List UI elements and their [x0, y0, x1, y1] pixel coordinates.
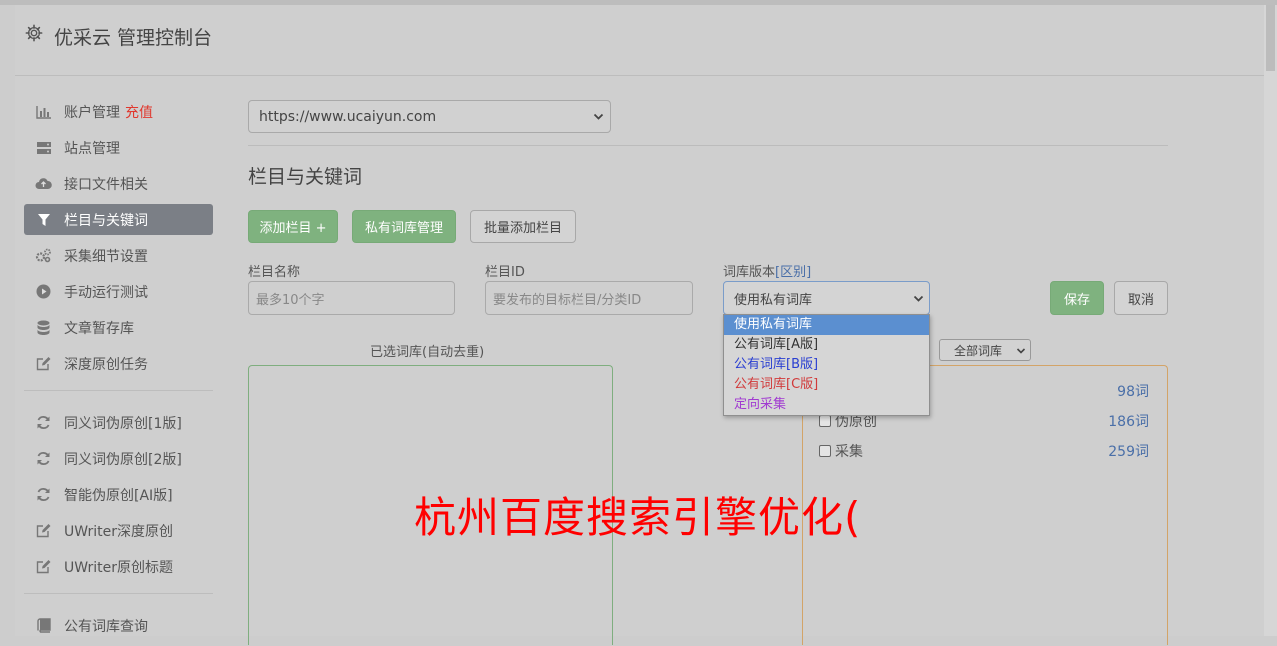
gears-icon: [35, 247, 52, 264]
dropdown-option-public-c[interactable]: 公有词库[C版]: [724, 375, 929, 395]
selected-lib-label: 已选词库(自动去重): [370, 345, 485, 360]
lib-filter-select[interactable]: 全部词库: [939, 339, 1031, 361]
app-title: 优采云 管理控制台: [54, 27, 213, 49]
sidebar-item-label: 文章暂存库: [64, 320, 134, 337]
scrollbar-thumb[interactable]: [1266, 5, 1275, 71]
private-lib-button[interactable]: 私有词库管理: [352, 210, 456, 243]
sidebar-item-label: 同义词伪原创[1版]: [64, 415, 182, 432]
chevron-down-icon: [913, 295, 924, 302]
site-select[interactable]: https://www.ucaiyun.com: [248, 100, 611, 133]
edit-icon: [35, 558, 52, 575]
edit-icon: [35, 522, 52, 539]
play-circle-icon: [35, 283, 52, 300]
server-icon: [35, 139, 52, 156]
column-name-input[interactable]: 最多10个字: [248, 281, 455, 315]
lib-item-label: 采集: [835, 444, 863, 460]
sidebar-divider: [24, 390, 213, 391]
lib-checkbox[interactable]: [819, 415, 831, 427]
lib-checkbox[interactable]: [819, 445, 831, 457]
sidebar-item-sites[interactable]: 站点管理: [24, 132, 213, 163]
edit-icon: [35, 355, 52, 372]
bar-chart-icon: [35, 103, 52, 120]
sidebar-item-label: 公有词库查询: [64, 618, 148, 635]
filter-icon: [35, 211, 52, 228]
dropdown-option-directed[interactable]: 定向采集: [724, 395, 929, 415]
recharge-link[interactable]: 充值: [125, 102, 153, 122]
input-placeholder: 要发布的目标栏目/分类ID: [493, 292, 642, 308]
sidebar-item-label: 账户管理: [64, 104, 120, 121]
save-button[interactable]: 保存: [1050, 281, 1104, 315]
lib-list-item[interactable]: 采集 259词: [819, 441, 1149, 461]
sidebar-item-uwriter-deep[interactable]: UWriter深度原创: [24, 515, 213, 546]
watermark-text: 杭州百度搜索引擎优化(: [414, 493, 862, 542]
database-icon: [35, 319, 52, 336]
dropdown-option-private[interactable]: 使用私有词库: [724, 315, 929, 335]
page-title: 栏目与关键词: [248, 166, 363, 188]
sidebar-divider: [24, 593, 213, 594]
sidebar-item-synonym-v1[interactable]: 同义词伪原创[1版]: [24, 407, 213, 438]
lib-item-count: 186词: [1108, 414, 1149, 430]
lib-difference-link[interactable]: [区别]: [775, 265, 811, 280]
cancel-button[interactable]: 取消: [1114, 281, 1168, 315]
refresh-icon: [35, 486, 52, 503]
lib-version-label-text: 词库版本: [723, 265, 776, 280]
sidebar-item-label: UWriter深度原创: [64, 523, 173, 540]
sidebar-item-label: 同义词伪原创[2版]: [64, 451, 182, 468]
sidebar-item-manual-run[interactable]: 手动运行测试: [24, 276, 213, 307]
sidebar-item-deep-original[interactable]: 深度原创任务: [24, 348, 213, 379]
sidebar-item-label: 栏目与关键词: [64, 212, 148, 229]
lib-item-count: 259词: [1108, 444, 1149, 460]
sidebar-item-label: 智能伪原创[AI版]: [64, 487, 173, 504]
cloud-upload-icon: [35, 175, 52, 192]
refresh-icon: [35, 414, 52, 431]
sidebar-item-interface-files[interactable]: 接口文件相关: [24, 168, 213, 199]
sidebar-item-article-storage[interactable]: 文章暂存库: [24, 312, 213, 343]
lib-version-dropdown: 使用私有词库 公有词库[A版] 公有词库[B版] 公有词库[C版] 定向采集: [723, 314, 930, 416]
column-id-label: 栏目ID: [485, 265, 525, 280]
sidebar-item-smart-ai[interactable]: 智能伪原创[AI版]: [24, 479, 213, 510]
sidebar-item-label: UWriter原创标题: [64, 559, 173, 576]
sidebar-item-collect-settings[interactable]: 采集细节设置: [24, 240, 213, 271]
sidebar-item-label: 站点管理: [64, 140, 120, 157]
book-icon: [35, 617, 52, 634]
sidebar-item-columns-keywords[interactable]: 栏目与关键词: [24, 204, 213, 235]
sidebar-item-label: 深度原创任务: [64, 356, 148, 373]
sidebar-item-label: 手动运行测试: [64, 284, 148, 301]
section-divider: [248, 145, 1168, 146]
sidebar-item-account[interactable]: 账户管理 充值: [24, 96, 213, 127]
column-id-input[interactable]: 要发布的目标栏目/分类ID: [485, 281, 693, 315]
sidebar-item-label: 采集细节设置: [64, 248, 148, 265]
gear-icon: [25, 24, 43, 42]
lib-version-label: 词库版本[区别]: [723, 261, 811, 280]
page-scrollbar[interactable]: [1264, 5, 1277, 636]
dropdown-option-public-b[interactable]: 公有词库[B版]: [724, 355, 929, 375]
sidebar-item-synonym-v2[interactable]: 同义词伪原创[2版]: [24, 443, 213, 474]
site-select-value: https://www.ucaiyun.com: [259, 108, 437, 125]
refresh-icon: [35, 450, 52, 467]
sidebar: 账户管理 充值 站点管理 接口文件相关 栏目与关键词 采集细节设置 手动运行测试…: [24, 96, 213, 646]
input-placeholder: 最多10个字: [256, 292, 325, 308]
lib-filter-value: 全部词库: [954, 343, 1003, 358]
chevron-down-icon: [593, 113, 604, 120]
column-name-label: 栏目名称: [248, 265, 301, 280]
batch-add-button[interactable]: 批量添加栏目: [470, 210, 576, 243]
sidebar-item-label: 接口文件相关: [64, 176, 148, 193]
sidebar-item-public-lib-query[interactable]: 公有词库查询: [24, 610, 213, 641]
dropdown-option-public-a[interactable]: 公有词库[A版]: [724, 335, 929, 355]
sidebar-item-uwriter-title[interactable]: UWriter原创标题: [24, 551, 213, 582]
add-column-button[interactable]: 添加栏目 +: [248, 210, 338, 243]
lib-item-count: 98词: [1117, 384, 1149, 400]
lib-version-value: 使用私有词库: [734, 292, 813, 308]
lib-version-select[interactable]: 使用私有词库: [723, 281, 930, 315]
chevron-down-icon: [1016, 348, 1026, 354]
app-header: 优采云 管理控制台: [15, 5, 1264, 76]
